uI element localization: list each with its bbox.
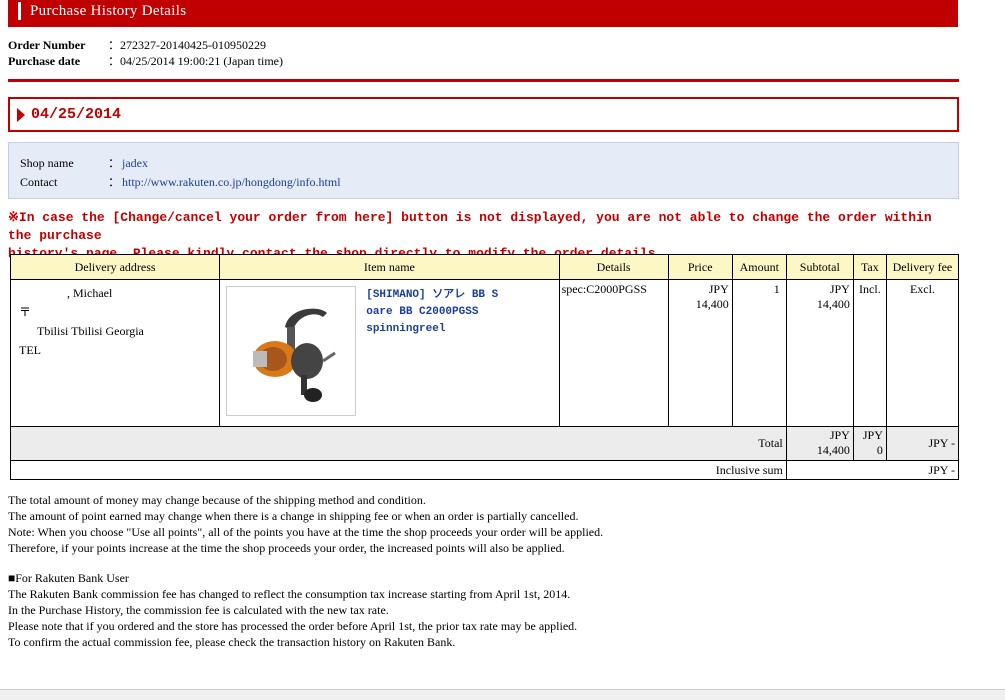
bank-note-2: In the Purchase History, the commission … [8,603,389,617]
bank-title: ■For Rakuten Bank User [8,571,129,585]
triangle-icon [17,108,25,122]
total-label: Total [10,426,787,461]
tax-cell: Incl. [852,279,887,427]
order-info: Order Number ：272327-20140425-010950229 P… [8,37,283,69]
address-name: , Michael [19,286,113,300]
note-2: The amount of point earned may change wh… [8,509,579,523]
table-header-row: Delivery address Item name Details Price… [9,254,960,280]
page-header: Purchase History Details [8,0,958,27]
item-details: spec:C2000PGSS [561,282,647,296]
purchase-date-value: ：04/25/2014 19:00:21 (Japan time) [108,54,283,68]
header-tax: Tax [852,254,887,280]
contact-link[interactable]: http://www.rakuten.co.jp/hongdong/info.h… [122,175,341,189]
delivery-fee-value: Excl. [909,282,935,296]
shop-info-box: Shop name ： jadex Contact ： http://www.rakut… [8,142,959,199]
shop-name-colon: ： [108,156,121,170]
contact-label: Contact [20,175,58,189]
subtotal-cell: JPY 14,400 [785,279,854,427]
order-number-label: Order Number [8,38,86,52]
bank-note-4: To confirm the actual commission fee, pl… [8,635,456,649]
total-subtotal-value: 14,400 [816,443,850,457]
bank-note-1: The Rakuten Bank commission fee has chan… [8,587,571,601]
total-tax-cell: JPY 0 [852,426,887,461]
date-section-header: 04/25/2014 [8,97,959,132]
page-title: Purchase History Details [30,3,187,19]
inclusive-sum-value: JPY - [785,460,960,480]
table-row: , Michael 〒 Tbilisi Tbilisi Georgia TEL [9,279,960,427]
subtotal-currency: JPY [829,282,850,296]
amount-cell: 1 [731,279,787,427]
horizontal-scrollbar[interactable] [0,689,1005,700]
details-cell: spec:C2000PGSS [558,279,669,427]
total-tax-currency: JPY [862,428,883,442]
header-details: Details [558,254,669,280]
header-subtotal: Subtotal [785,254,854,280]
amount-value: 1 [773,282,780,296]
address-tel: TEL [19,343,41,357]
address-city: Tbilisi Tbilisi Georgia [37,324,144,338]
inclusive-sum-label: Inclusive sum [10,460,787,480]
order-number-value: ：272327-20140425-010950229 [108,38,266,52]
header-marker [18,2,21,20]
delivery-address-cell: , Michael 〒 Tbilisi Tbilisi Georgia TEL [9,279,221,427]
inclusive-sum-row: Inclusive sum JPY - [10,460,960,480]
notes-section: The total amount of money may change bec… [8,492,968,650]
purchase-date-label: Purchase date [8,54,81,68]
warning-line-1: ※In case the [Change/cancel your order f… [8,210,932,243]
delivery-fee-cell: Excl. [885,279,960,427]
total-subtotal-currency: JPY [829,428,850,442]
total-tax-value: 0 [876,443,883,457]
item-cell: [SHIMANO] ソアレ BB S oare BB C2000PGSS spi… [219,279,560,427]
item-name-link[interactable]: [SHIMANO] ソアレ BB S oare BB C2000PGSS spi… [366,289,498,335]
total-row: Total JPY 14,400 JPY 0 JPY - [10,426,960,461]
price-value: 14,400 [695,297,729,311]
tax-value: Incl. [859,282,881,296]
header-item-name: Item name [219,254,560,280]
contact-colon: ： [108,175,121,189]
bank-note-3: Please note that if you ordered and the … [8,619,578,633]
section-date: 04/25/2014 [31,106,122,123]
header-delivery-address: Delivery address [9,254,221,280]
total-subtotal-cell: JPY 14,400 [785,426,854,461]
note-3: Note: When you choose "Use all points", … [8,525,604,539]
header-price: Price [667,254,733,280]
order-table: Delivery address Item name Details Price… [9,254,960,480]
shop-name-label: Shop name [20,156,74,170]
note-1: The total amount of money may change bec… [8,493,426,507]
address-postal: 〒 [19,305,32,319]
note-4: Therefore, if your points increase at th… [8,541,565,555]
price-currency: JPY [708,282,729,296]
price-cell: JPY 14,400 [667,279,733,427]
subtotal-value: 14,400 [816,297,850,311]
header-amount: Amount [731,254,787,280]
divider [8,79,959,82]
fishing-reel-icon [253,308,337,402]
shop-name-link[interactable]: jadex [122,156,148,170]
product-image[interactable] [226,286,357,416]
total-delivery-fee: JPY - [885,426,960,461]
header-delivery-fee: Delivery fee [885,254,960,280]
